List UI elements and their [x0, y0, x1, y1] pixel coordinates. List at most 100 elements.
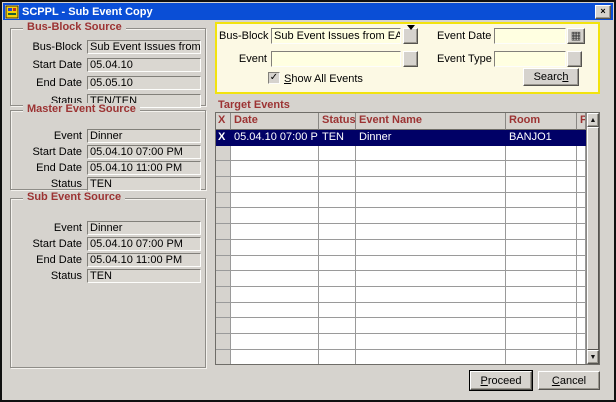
event-type-input[interactable]	[494, 51, 566, 67]
table-cell	[231, 193, 319, 209]
table-cell	[216, 161, 231, 177]
table-row[interactable]	[216, 193, 586, 209]
bus-block-combo[interactable]: Sub Event Issues from EAME	[271, 28, 401, 44]
table-row[interactable]	[216, 161, 586, 177]
table-row[interactable]	[216, 208, 586, 224]
table-cell	[216, 146, 231, 162]
sub-end-date-value: 05.04.10 11:00 PM	[87, 253, 201, 267]
table-cell	[231, 334, 319, 350]
table-row[interactable]	[216, 256, 586, 272]
table-cell	[216, 240, 231, 256]
master-event-value: Dinner	[87, 129, 201, 143]
column-header-event-name: Event Name	[356, 113, 506, 130]
event-input[interactable]	[271, 51, 401, 67]
table-cell	[356, 303, 506, 319]
table-row[interactable]	[216, 224, 586, 240]
table-cell	[577, 287, 586, 303]
table-row[interactable]	[216, 334, 586, 350]
group-bus-block-source: Bus-Block Source Bus-Block Sub Event Iss…	[10, 28, 206, 106]
table-cell	[577, 161, 586, 177]
vertical-scrollbar[interactable]: ▲ ▼	[586, 113, 599, 364]
table-cell	[356, 287, 506, 303]
calendar-icon: ▦	[571, 31, 581, 42]
table-cell	[577, 240, 586, 256]
event-date-input[interactable]	[494, 28, 566, 44]
end-date-source-value: 05.05.10	[87, 76, 201, 90]
column-header-room: Room	[506, 113, 577, 130]
table-row[interactable]	[216, 318, 586, 334]
table-cell	[356, 177, 506, 193]
scrollbar-thumb[interactable]	[587, 127, 599, 350]
table-cell: TEN	[319, 130, 356, 146]
scroll-up-icon: ▲	[590, 117, 597, 124]
table-cell	[506, 303, 577, 319]
titlebar[interactable]: SCPPL - Sub Event Copy ×	[3, 3, 613, 20]
table-row[interactable]	[216, 146, 586, 162]
scroll-down-button[interactable]: ▼	[587, 350, 599, 364]
table-cell	[216, 256, 231, 272]
table-cell	[216, 208, 231, 224]
table-cell	[356, 208, 506, 224]
target-events-header-row: XDateStatusEvent NameRoomP	[216, 113, 586, 130]
field-label: End Date	[15, 254, 87, 266]
table-cell	[231, 161, 319, 177]
search-panel: Bus-Block Sub Event Issues from EAME Eve…	[215, 22, 600, 94]
table-cell	[506, 287, 577, 303]
table-cell	[506, 146, 577, 162]
event-lov-button[interactable]	[403, 51, 418, 67]
window-title: SCPPL - Sub Event Copy	[22, 6, 595, 18]
target-events-body: X05.04.10 07:00 PMTENDinnerBANJO1	[216, 130, 586, 365]
scroll-up-button[interactable]: ▲	[587, 113, 599, 127]
table-cell	[319, 240, 356, 256]
table-cell	[231, 208, 319, 224]
table-cell	[319, 256, 356, 272]
table-cell	[577, 318, 586, 334]
table-row[interactable]	[216, 177, 586, 193]
proceed-button[interactable]: Proceed	[470, 371, 532, 390]
table-row[interactable]	[216, 303, 586, 319]
table-cell	[356, 334, 506, 350]
field-label: End Date	[15, 77, 87, 89]
table-cell	[577, 208, 586, 224]
event-type-lov-button[interactable]	[567, 51, 582, 67]
table-cell	[319, 208, 356, 224]
table-cell	[577, 224, 586, 240]
table-cell	[231, 240, 319, 256]
table-cell	[577, 130, 586, 146]
table-cell	[216, 303, 231, 319]
table-cell	[506, 350, 577, 365]
table-cell	[506, 334, 577, 350]
field-label: Status	[15, 270, 87, 282]
table-row[interactable]	[216, 350, 586, 365]
bus-block-dropdown-button[interactable]	[403, 28, 418, 44]
table-cell	[506, 271, 577, 287]
close-icon: ×	[600, 7, 605, 16]
scroll-down-icon: ▼	[590, 354, 597, 361]
table-cell	[506, 256, 577, 272]
table-cell	[506, 224, 577, 240]
group-title-bus-block-source: Bus-Block Source	[23, 21, 126, 33]
table-cell	[577, 146, 586, 162]
table-cell	[506, 240, 577, 256]
cancel-button[interactable]: Cancel	[538, 371, 600, 390]
field-label: Start Date	[15, 146, 87, 158]
proceed-button-label: Proceed	[481, 375, 522, 387]
table-cell	[319, 271, 356, 287]
table-row[interactable]	[216, 271, 586, 287]
table-cell: 05.04.10 07:00 PM	[231, 130, 319, 146]
search-button[interactable]: Search	[523, 68, 579, 86]
table-row[interactable]	[216, 240, 586, 256]
show-all-events-checkbox[interactable]: ✓	[268, 72, 280, 84]
show-all-events-label: Show All Events	[284, 73, 363, 85]
group-title-master-event-source: Master Event Source	[23, 103, 140, 115]
column-header-status: Status	[319, 113, 356, 130]
table-row-selected[interactable]: X05.04.10 07:00 PMTENDinnerBANJO1	[216, 130, 586, 146]
table-cell	[319, 303, 356, 319]
table-cell	[319, 318, 356, 334]
table-cell	[319, 334, 356, 350]
table-row[interactable]	[216, 287, 586, 303]
table-cell	[319, 146, 356, 162]
close-button[interactable]: ×	[595, 5, 611, 19]
group-sub-event-source: Sub Event Source Event Dinner Start Date…	[10, 198, 206, 368]
calendar-button[interactable]: ▦	[567, 28, 585, 44]
